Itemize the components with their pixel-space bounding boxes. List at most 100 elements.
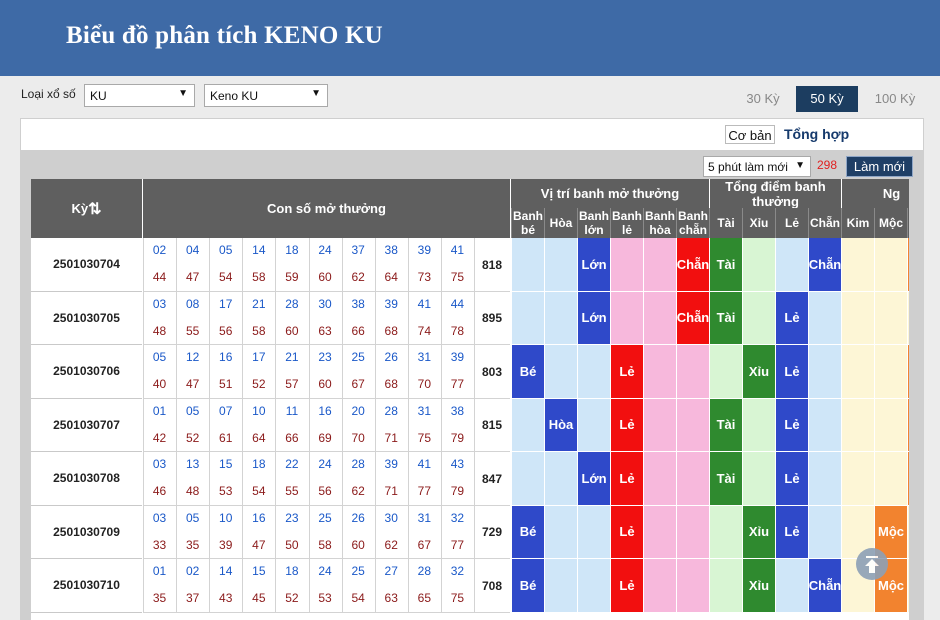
flag-cell xyxy=(841,452,874,506)
draw-number: 47 xyxy=(185,270,200,284)
draw-number: 08 xyxy=(185,296,200,311)
flag-cell xyxy=(577,559,610,613)
row-divider xyxy=(143,344,510,345)
draw-number: 60 xyxy=(318,270,332,284)
period-30-button[interactable]: 30 Kỳ xyxy=(739,86,787,112)
draw-number: 46 xyxy=(152,484,167,498)
row-ky: 2501030709 xyxy=(31,505,142,559)
draw-number: 25 xyxy=(351,564,365,578)
basic-view-button[interactable]: Cơ bản xyxy=(725,125,775,144)
draw-number: 12 xyxy=(185,350,200,364)
sort-icon[interactable]: ⇅ xyxy=(88,199,101,219)
flag-cell xyxy=(577,398,610,452)
draw-number: 35 xyxy=(152,591,167,605)
draw-number: 44 xyxy=(450,296,465,311)
draw-number: 01 xyxy=(152,564,167,578)
draw-number: 24 xyxy=(318,564,332,578)
flag-cell xyxy=(907,291,909,345)
row-divider xyxy=(143,558,510,559)
flag-cell xyxy=(643,452,676,506)
draw-number: 26 xyxy=(351,510,365,525)
draw-number: 20 xyxy=(351,403,365,418)
flag-cell: T xyxy=(907,238,909,292)
draw-number: 27 xyxy=(384,564,398,578)
draw-number: 02 xyxy=(152,243,167,257)
flag-cell xyxy=(577,505,610,559)
refresh-interval-select[interactable]: 5 phút làm mới ▼ xyxy=(703,156,811,177)
draw-number: 79 xyxy=(450,484,465,498)
draw-number: 42 xyxy=(152,430,167,445)
flag-cell xyxy=(709,505,742,559)
flag-cell xyxy=(874,238,907,292)
lottery-type-select[interactable]: KU ▼ xyxy=(84,84,195,107)
col-ky-label: Kỳ xyxy=(71,201,89,216)
draw-number: 41 xyxy=(417,296,432,311)
col-header-ky[interactable]: Kỳ ⇅ xyxy=(31,179,142,238)
page-header: Biểu đồ phân tích KENO KU xyxy=(0,0,940,76)
summary-view-tab[interactable]: Tổng hợp xyxy=(784,126,849,142)
flag-cell: Lớn xyxy=(577,452,610,506)
flag-cell xyxy=(577,345,610,399)
row-sum: 815 xyxy=(481,418,503,433)
row-ky: 2501030704 xyxy=(31,238,142,292)
draw-number: 77 xyxy=(417,484,432,498)
group-header-element: Ng xyxy=(842,179,909,208)
draw-number: 52 xyxy=(285,591,299,605)
flag-cell xyxy=(775,559,808,613)
draw-number: 14 xyxy=(252,243,266,257)
draw-number: 50 xyxy=(285,537,299,552)
flag-cell: Lẻ xyxy=(775,345,808,399)
period-50-button[interactable]: 50 Kỳ xyxy=(796,86,858,112)
flag-cell xyxy=(907,505,909,559)
flag-cell xyxy=(874,291,907,345)
page-title: Biểu đồ phân tích KENO KU xyxy=(66,22,383,49)
scroll-top-button[interactable] xyxy=(856,548,888,580)
flag-cell: T xyxy=(907,452,909,506)
flag-cell: Lẻ xyxy=(775,505,808,559)
flag-cell xyxy=(709,559,742,613)
draw-number: 22 xyxy=(285,457,299,471)
chevron-down-icon: ▼ xyxy=(178,88,188,99)
draw-number: 53 xyxy=(318,591,332,605)
draw-number: 30 xyxy=(384,510,398,525)
draw-number: 69 xyxy=(318,430,332,445)
draw-number: 63 xyxy=(318,323,332,338)
flag-cell: Xỉu xyxy=(742,345,775,399)
lottery-type-value: KU xyxy=(90,89,107,103)
draw-number: 07 xyxy=(219,403,233,418)
sub-header-7: Xỉu xyxy=(742,208,775,238)
refresh-button[interactable]: Làm mới xyxy=(846,156,913,177)
draw-number: 18 xyxy=(285,564,299,578)
flag-cell xyxy=(907,559,909,613)
draw-number: 62 xyxy=(351,270,365,284)
flag-cell xyxy=(841,345,874,399)
flag-cell: Hòa xyxy=(544,398,577,452)
draw-number: 51 xyxy=(219,377,233,391)
draw-number: 58 xyxy=(252,323,266,338)
draw-number: 32 xyxy=(450,510,465,525)
draw-number: 71 xyxy=(384,484,398,498)
flag-cell xyxy=(511,291,544,345)
draw-number: 56 xyxy=(318,484,332,498)
flag-cell xyxy=(841,238,874,292)
flag-cell: Lẻ xyxy=(610,505,643,559)
grid-line xyxy=(308,238,310,613)
refresh-interval-value: 5 phút làm mới xyxy=(708,160,788,174)
flag-cell xyxy=(676,398,709,452)
period-100-button[interactable]: 100 Kỳ xyxy=(868,86,922,112)
draw-number: 21 xyxy=(285,350,299,364)
flag-cell xyxy=(808,291,841,345)
draw-number: 17 xyxy=(219,296,233,311)
draw-number: 03 xyxy=(152,296,167,311)
sub-header-2: Banh lớn xyxy=(577,208,610,238)
draw-number: 75 xyxy=(450,591,465,605)
game-select[interactable]: Keno KU ▼ xyxy=(204,84,328,107)
flag-cell xyxy=(808,398,841,452)
flag-cell xyxy=(841,398,874,452)
flag-cell xyxy=(544,291,577,345)
draw-number: 28 xyxy=(285,296,299,311)
draw-number: 23 xyxy=(285,510,299,525)
draw-number: 62 xyxy=(351,484,365,498)
draw-number: 73 xyxy=(417,270,432,284)
draw-number: 70 xyxy=(417,377,432,391)
